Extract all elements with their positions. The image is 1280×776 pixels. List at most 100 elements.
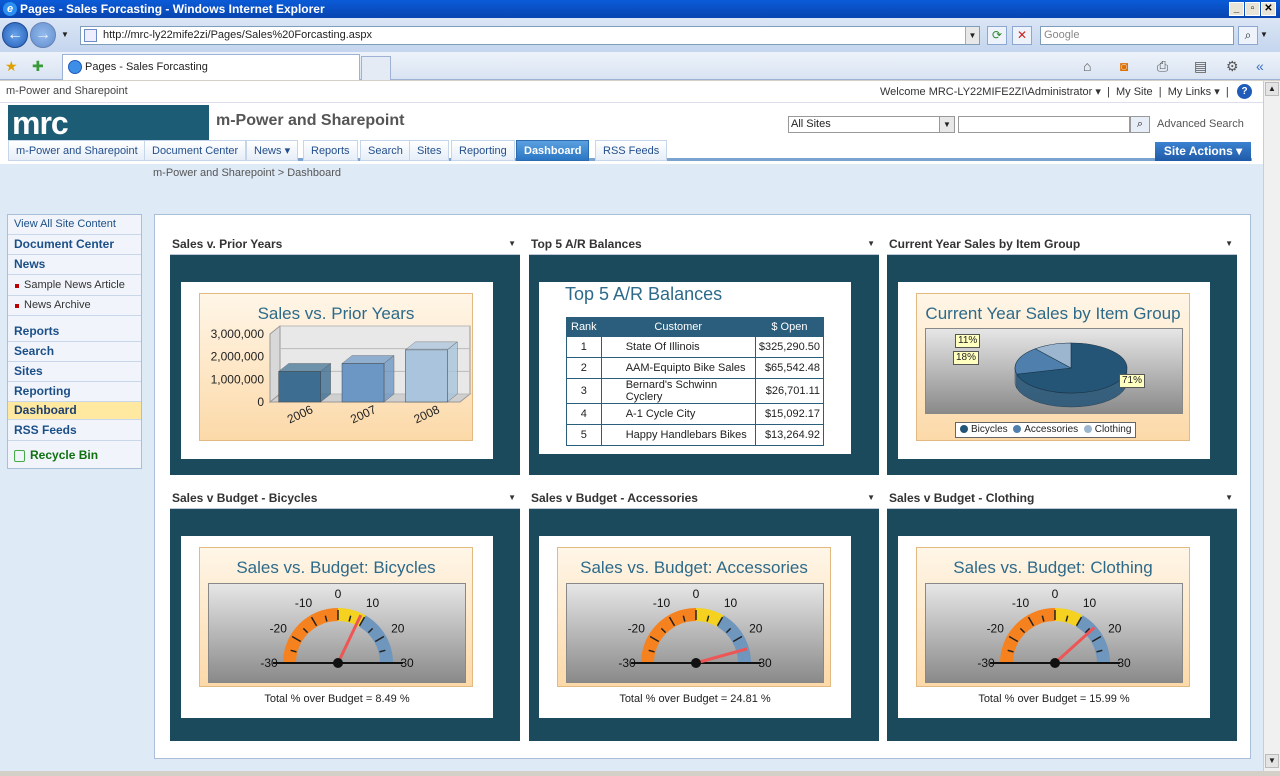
welcome-menu[interactable]: Welcome MRC-LY22MIFE2ZI\Administrator ▾ … <box>880 85 1229 98</box>
nav-reports[interactable]: Reports <box>303 140 358 161</box>
gauge-tick-label: 20 <box>391 622 405 636</box>
nav-search[interactable]: Search <box>360 140 411 161</box>
scroll-up-icon[interactable]: ▲ <box>1265 82 1279 96</box>
ql-news-item[interactable]: Sample News Article <box>8 276 141 296</box>
stop-icon[interactable]: ✕ <box>1012 26 1032 45</box>
webpart-menu-icon[interactable]: ▼ <box>1225 235 1233 253</box>
rank-cell: 1 <box>566 336 602 358</box>
webpart-menu-icon[interactable]: ▼ <box>867 235 875 253</box>
webpart-menu-icon[interactable]: ▼ <box>1225 489 1233 507</box>
rank-cell: 5 <box>566 424 602 446</box>
new-tab-button[interactable] <box>361 56 391 80</box>
maximize-button[interactable]: ▫ <box>1245 2 1260 16</box>
site-search-button[interactable]: ⌕ <box>1130 116 1150 133</box>
browser-window: e Pages - Sales Forcasting - Windows Int… <box>0 0 1280 776</box>
webpart-menu-icon[interactable]: ▼ <box>508 235 516 253</box>
nav-reporting[interactable]: Reporting <box>451 140 515 161</box>
print-icon[interactable]: ⎙ <box>1157 58 1168 75</box>
history-dropdown-icon[interactable]: ▼ <box>61 30 69 39</box>
site-search-input[interactable] <box>958 116 1130 133</box>
nav-dashboard[interactable]: Dashboard <box>516 140 590 161</box>
scope-dropdown-icon[interactable]: ▼ <box>939 117 954 132</box>
ql-sites[interactable]: Sites <box>8 362 141 382</box>
refresh-icon[interactable]: ⟳ <box>987 26 1007 45</box>
open-cell: $325,290.50 <box>754 336 825 358</box>
nav-rss-feeds[interactable]: RSS Feeds <box>595 140 668 161</box>
webpart-menu-icon[interactable]: ▼ <box>508 489 516 507</box>
ql-reports[interactable]: Reports <box>8 322 141 342</box>
chart-frame: Sales vs. Budget: Clothing -30 -20 -10 0 10 2… <box>916 547 1190 687</box>
site-actions-button[interactable]: Site Actions ▾ <box>1155 142 1251 161</box>
address-dropdown-icon[interactable]: ▼ <box>965 27 979 44</box>
y-tick-label: 2,000,000 <box>211 350 265 364</box>
recycle-bin-link[interactable]: Recycle Bin <box>8 444 141 468</box>
top-site-link[interactable]: m-Power and Sharepoint <box>6 85 128 97</box>
gauge-chart: -30-20-100102030 <box>618 587 772 670</box>
customer-cell: AAM-Equipto Bike Sales <box>600 357 756 379</box>
address-url: http://mrc-ly22mife2zi/Pages/Sales%20For… <box>103 29 373 41</box>
table-row[interactable]: 2 AAM-Equipto Bike Sales $65,542.48 <box>566 357 825 379</box>
vertical-scrollbar[interactable]: ▲ ▼ <box>1263 81 1280 771</box>
minimize-button[interactable]: _ <box>1229 2 1244 16</box>
webpart-title: Sales v Budget - Accessories ▼ <box>529 489 879 509</box>
rank-cell: 3 <box>566 378 602 404</box>
nav-news[interactable]: News ▾ <box>246 140 299 161</box>
table-row[interactable]: 4 A-1 Cycle City $15,092.17 <box>566 403 825 425</box>
webpart-title: Top 5 A/R Balances ▼ <box>529 235 879 255</box>
ql-news-item[interactable]: News Archive <box>8 296 141 316</box>
my-links-menu[interactable]: My Links <box>1168 86 1211 98</box>
browser-search-input[interactable]: Google <box>1040 26 1234 45</box>
chart-frame: Sales vs. Budget: Bicycles -30 -20 -10 0 10 2… <box>199 547 473 687</box>
ql-rss-feeds[interactable]: RSS Feeds <box>8 421 141 441</box>
gauge-tick-label: 10 <box>1083 596 1097 610</box>
webpart-body: Current Year Sales by Item Group 11% 18%… <box>887 255 1237 475</box>
forward-button[interactable]: → <box>30 22 56 48</box>
site-logo[interactable]: mrc <box>8 105 209 142</box>
search-options-icon[interactable]: ▼ <box>1260 30 1268 39</box>
ql-news[interactable]: News <box>8 255 141 275</box>
ql-reporting[interactable]: Reporting <box>8 382 141 402</box>
tab-active[interactable]: Pages - Sales Forcasting <box>62 54 360 80</box>
ql-search[interactable]: Search <box>8 342 141 362</box>
ie-logo-icon: e <box>3 2 17 16</box>
advanced-search-link[interactable]: Advanced Search <box>1157 118 1244 130</box>
feeds-icon[interactable]: ◙ <box>1120 58 1128 74</box>
page-menu-icon[interactable]: ▤ <box>1194 58 1207 75</box>
address-bar[interactable]: http://mrc-ly22mife2zi/Pages/Sales%20For… <box>80 26 980 45</box>
gauge-tick-label: 20 <box>749 622 763 636</box>
col-customer: Customer <box>600 317 756 337</box>
home-icon[interactable]: ⌂ <box>1083 58 1091 74</box>
nav-sites[interactable]: Sites <box>409 140 450 161</box>
research-icon[interactable]: « <box>1256 58 1264 74</box>
nav-home[interactable]: m-Power and Sharepoint <box>8 140 146 161</box>
tab-title: Pages - Sales Forcasting <box>85 61 208 73</box>
pie-label-accessories: 18% <box>953 351 980 365</box>
open-cell: $26,701.11 <box>754 378 825 404</box>
breadcrumb[interactable]: m-Power and Sharepoint > Dashboard <box>153 167 341 179</box>
close-window-button[interactable]: ✕ <box>1261 2 1276 16</box>
webpart-body: Sales vs. Budget: Bicycles -30 -20 -10 0 10 2… <box>170 509 520 741</box>
scroll-down-icon[interactable]: ▼ <box>1265 754 1279 768</box>
add-favorites-icon[interactable]: ✚ <box>32 58 44 75</box>
ql-dashboard[interactable]: Dashboard <box>8 402 141 420</box>
nav-document-center[interactable]: Document Center <box>144 140 247 161</box>
page-icon <box>84 29 97 42</box>
search-go-icon[interactable]: ⌕ <box>1238 26 1258 45</box>
table-row[interactable]: 3 Bernard's Schwinn Cyclery $26,701.11 <box>566 378 825 404</box>
chart-panel: Current Year Sales by Item Group 11% 18%… <box>898 282 1210 459</box>
ql-view-all[interactable]: View All Site Content <box>8 215 141 235</box>
table-row[interactable]: 1 State Of Illinois $325,290.50 <box>566 336 825 358</box>
y-tick-label: 0 <box>257 395 264 409</box>
gauge-hub <box>1050 658 1060 668</box>
my-site-link[interactable]: My Site <box>1116 86 1153 98</box>
wp-title-text: Top 5 A/R Balances <box>531 237 642 251</box>
back-button[interactable]: ← <box>2 22 28 48</box>
ql-document-center[interactable]: Document Center <box>8 235 141 255</box>
search-scope-select[interactable]: All Sites ▼ <box>788 116 955 133</box>
webpart-menu-icon[interactable]: ▼ <box>867 489 875 507</box>
table-row[interactable]: 5 Happy Handlebars Bikes $13,264.92 <box>566 424 825 446</box>
recycle-bin-label: Recycle Bin <box>30 448 99 462</box>
help-icon[interactable]: ? <box>1237 84 1252 99</box>
favorites-star-icon[interactable]: ★ <box>5 58 18 75</box>
tools-gear-icon[interactable]: ⚙ <box>1226 58 1239 75</box>
